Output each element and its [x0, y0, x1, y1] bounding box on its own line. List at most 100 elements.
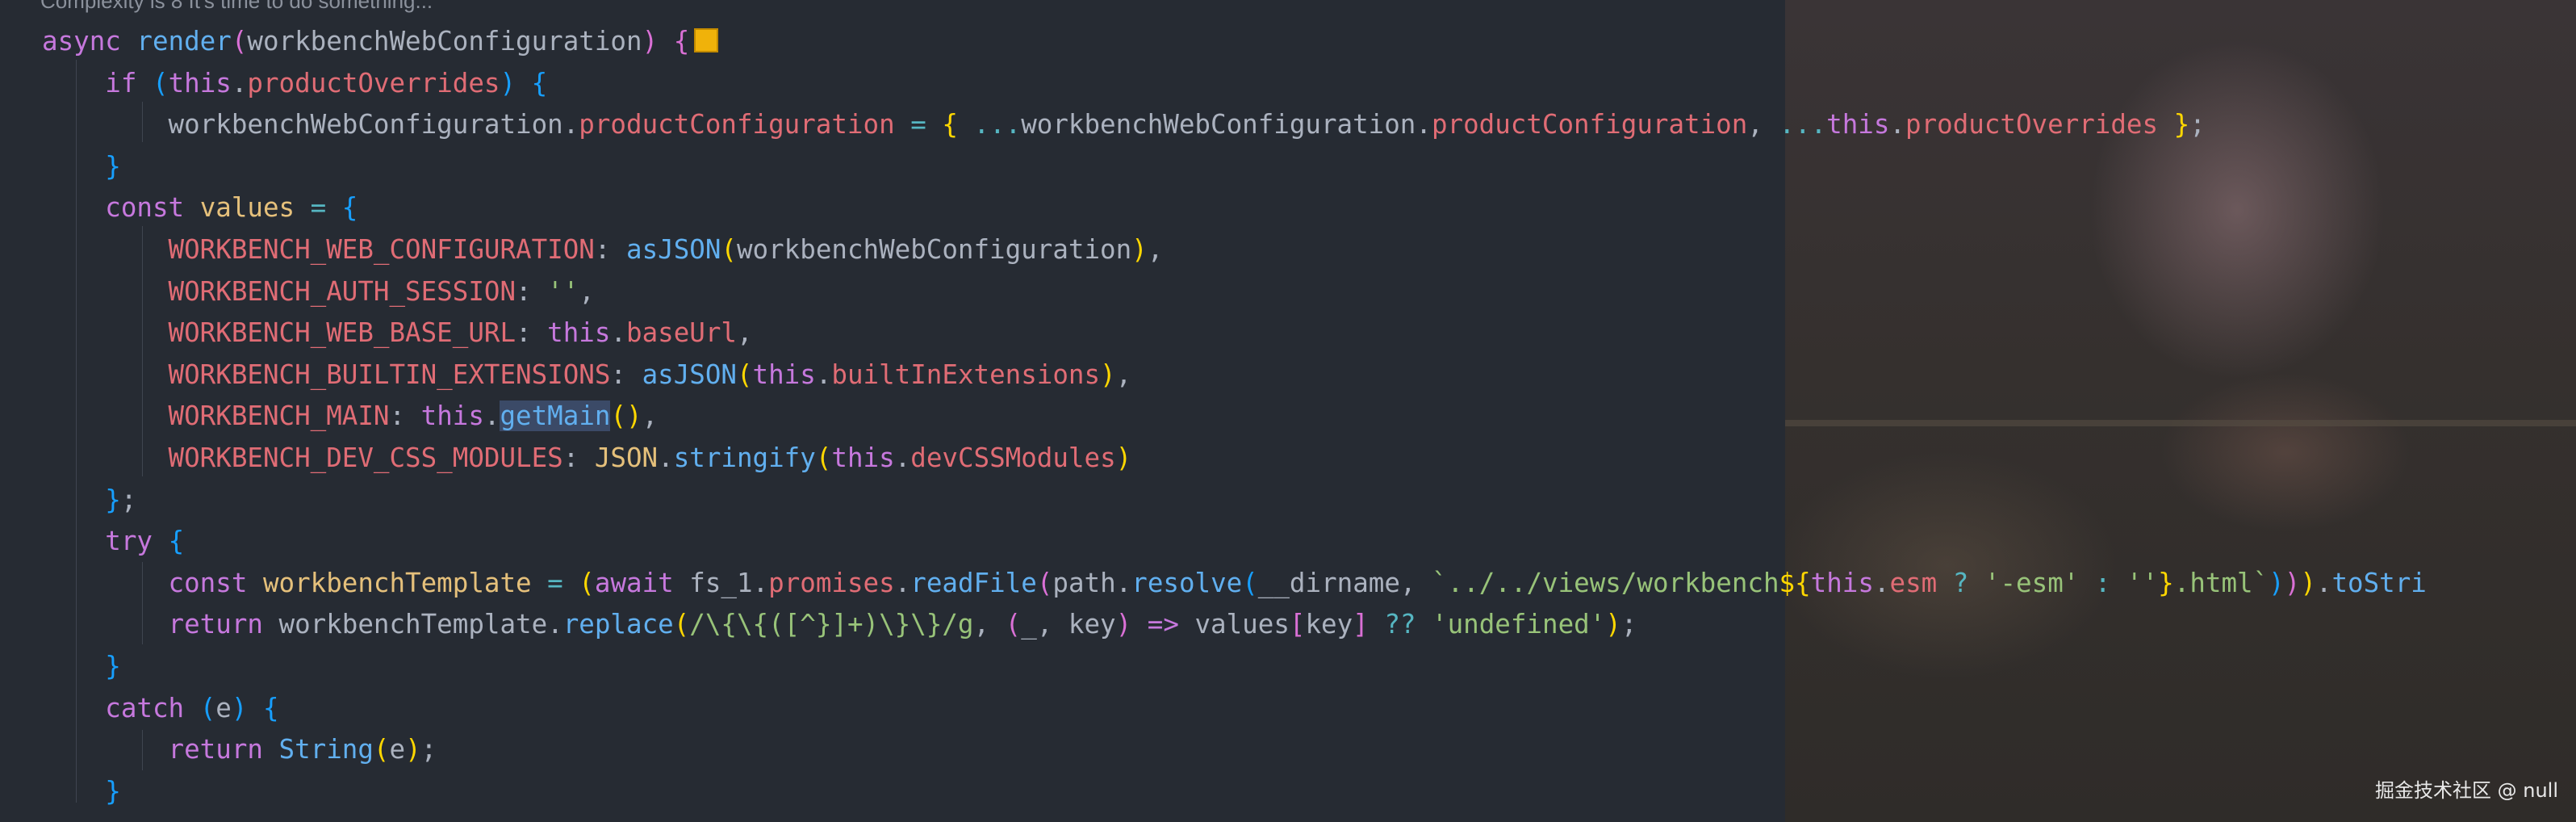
breakpoint-marker-icon[interactable] — [694, 28, 719, 52]
token: asJSON — [642, 359, 737, 390]
token: workbenchWebConfiguration — [168, 109, 563, 140]
token: return — [168, 734, 279, 765]
token: ) — [1115, 442, 1132, 473]
token: : — [516, 275, 548, 307]
token: { — [168, 526, 185, 557]
token: : — [389, 401, 421, 432]
token: ... — [973, 109, 1022, 140]
token: 'undefined' — [1432, 609, 1606, 640]
code-line-14: const workbenchTemplate = (await fs_1.pr… — [42, 563, 2427, 605]
token: } — [105, 150, 121, 182]
token: { — [531, 67, 548, 99]
token: '' — [547, 275, 579, 307]
token: . — [1416, 109, 1432, 140]
watermark: 掘金技术社区 @ null — [2374, 779, 2558, 802]
code-line-18: return String(e); — [42, 729, 2427, 771]
token: .html` — [2173, 567, 2269, 598]
token: = — [295, 192, 342, 224]
token: workbenchWebConfiguration — [247, 26, 642, 57]
token: workbenchWebConfiguration — [1021, 109, 1416, 140]
token: = — [894, 109, 943, 140]
token: ; — [120, 484, 137, 515]
token: this — [752, 359, 816, 390]
token: esm — [1889, 567, 1938, 598]
code-line-7: WORKBENCH_AUTH_SESSION: '', — [168, 275, 595, 307]
selected-token: getMain — [500, 401, 611, 432]
token: fs_1 — [689, 567, 753, 598]
token: . — [815, 359, 832, 390]
code-editor[interactable]: async render(workbenchWebConfiguration) … — [42, 21, 2427, 812]
token: . — [231, 67, 248, 99]
token: } — [2158, 567, 2174, 598]
token: this — [547, 317, 611, 349]
token: ) — [500, 67, 516, 99]
token: ) — [1100, 359, 1116, 390]
code-line-12: }; — [42, 480, 2427, 522]
token: this — [1826, 109, 1890, 140]
token: ) — [1605, 609, 1621, 640]
token: const — [168, 567, 263, 598]
code-line-9: WORKBENCH_BUILTIN_EXTENSIONS: asJSON(thi… — [168, 359, 1132, 390]
token: ) — [626, 401, 642, 432]
token: . — [547, 609, 563, 640]
token: devCSSModules — [910, 442, 1116, 473]
token: WORKBENCH_AUTH_SESSION — [168, 275, 516, 307]
code-line-5: const values = { — [42, 187, 2427, 229]
token: productOverrides — [247, 67, 500, 99]
token: ( — [199, 692, 216, 723]
token: values — [199, 192, 295, 224]
code-line-4: } — [42, 146, 2427, 188]
token: ( — [1005, 609, 1022, 640]
token: this — [831, 442, 895, 473]
token: values — [1194, 609, 1290, 640]
token: ) — [231, 692, 248, 723]
token: ( — [1036, 567, 1053, 598]
token: , — [973, 609, 1006, 640]
token: ( — [610, 401, 627, 432]
token: . — [483, 401, 500, 432]
token: WORKBENCH_DEV_CSS_MODULES — [168, 442, 563, 473]
token: ( — [579, 567, 595, 598]
code-line-2: if (this.productOverrides) { — [42, 63, 2427, 105]
token: builtInExtensions — [831, 359, 1101, 390]
token: this — [420, 401, 484, 432]
token: ( — [736, 359, 753, 390]
token: const — [105, 192, 200, 224]
token: ( — [1242, 567, 1258, 598]
token: '-esm' — [1984, 567, 2080, 598]
token: WORKBENCH_BUILTIN_EXTENSIONS — [168, 359, 611, 390]
token: ( — [721, 233, 737, 265]
token: { — [673, 26, 690, 57]
token: path — [1052, 567, 1116, 598]
token: asJSON — [626, 233, 721, 265]
token: render — [136, 26, 232, 57]
token: [ — [1289, 609, 1306, 640]
token: ; — [2189, 109, 2206, 140]
token: { — [341, 192, 358, 224]
token: . — [610, 317, 627, 349]
token: ${ — [1779, 567, 1811, 598]
token: workbenchTemplate — [262, 567, 532, 598]
code-line-15: return workbenchTemplate.replace(/\{\{([… — [42, 604, 2427, 646]
token: this — [168, 67, 232, 99]
token: ] — [1353, 609, 1369, 640]
token: /\{\{([^}]+)\}\}/g — [689, 609, 974, 640]
token: WORKBENCH_WEB_BASE_URL — [168, 317, 516, 349]
token: . — [752, 567, 769, 598]
token: => — [1131, 609, 1195, 640]
token: promises — [768, 567, 895, 598]
token: `../../views/workbench — [1432, 567, 1779, 598]
token: key — [1305, 609, 1353, 640]
token: : — [516, 317, 548, 349]
token: , — [1399, 567, 1432, 598]
token: ) — [405, 734, 421, 765]
token: e — [215, 692, 232, 723]
token: } — [105, 775, 121, 807]
token: String — [278, 734, 374, 765]
token: productConfiguration — [579, 109, 895, 140]
codelens-hint[interactable]: Complexity is 8 It's time to do somethin… — [40, 0, 433, 14]
token: , — [1036, 609, 1068, 640]
token: . — [562, 109, 579, 140]
token: : — [594, 233, 626, 265]
token: toStri — [2331, 567, 2427, 598]
